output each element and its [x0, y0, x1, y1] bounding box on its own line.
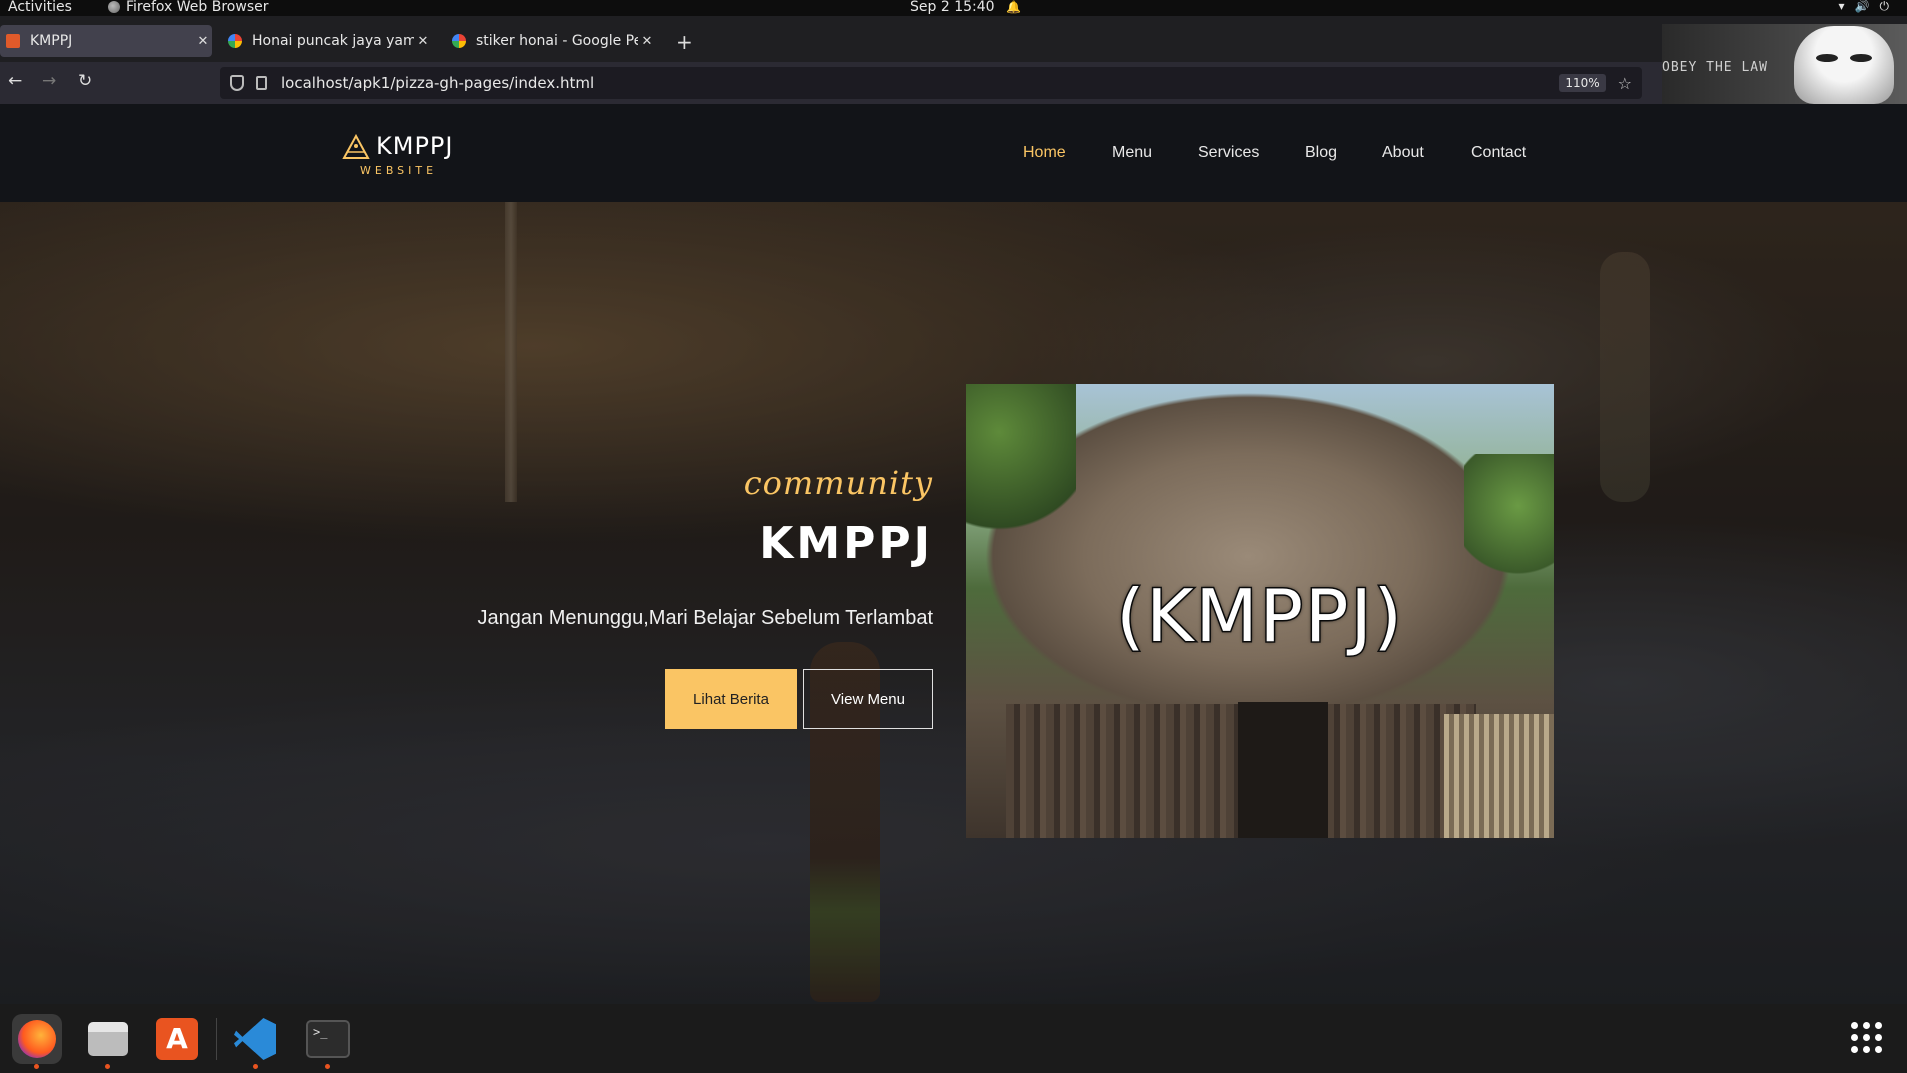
image-overlay-text: (KMPPJ) [1115, 573, 1404, 660]
back-arrow-icon[interactable]: ← [8, 71, 22, 91]
web-page: KMPPJ WEBSITE Home Menu Services Blog Ab… [0, 104, 1907, 1004]
tab-kmppj[interactable]: KMPPJ ✕ [0, 25, 212, 57]
system-tray[interactable]: ▾ 🔊 ⏻ [1839, 0, 1889, 14]
close-tab-icon[interactable]: ✕ [194, 34, 212, 49]
hero-title: KMPPJ [759, 518, 933, 569]
hero-overlay [0, 202, 1907, 1004]
firefox-icon [18, 1020, 56, 1058]
close-tab-icon[interactable]: ✕ [414, 34, 432, 49]
ubuntu-dock: A >_ [0, 1004, 1907, 1073]
running-indicator [253, 1064, 258, 1069]
terminal-dock-icon[interactable]: >_ [302, 1014, 352, 1064]
page-icon[interactable] [256, 76, 267, 90]
tab-title: Honai puncak jaya yamo [252, 33, 414, 49]
foliage-left [966, 384, 1076, 544]
clock[interactable]: Sep 2 15:40 [910, 0, 995, 15]
foliage-right [1464, 454, 1554, 584]
terminal-icon: >_ [306, 1020, 350, 1058]
wallpaper-text: OBEY THE LAW [1662, 60, 1768, 75]
hero-kicker: community [743, 464, 933, 502]
files-dock-icon[interactable] [82, 1014, 132, 1064]
mask-image [1794, 26, 1894, 104]
view-menu-button[interactable]: View Menu [803, 669, 933, 729]
tab-title: KMPPJ [30, 33, 73, 49]
tab-title: stiker honai - Google Pen [476, 33, 638, 49]
nav-about[interactable]: About [1382, 144, 1424, 162]
tab-honai[interactable]: Honai puncak jaya yamo ✕ [222, 25, 432, 57]
system-top-bar: Activities Firefox Web Browser Sep 2 15:… [0, 0, 1907, 16]
url-text[interactable]: localhost/apk1/pizza-gh-pages/index.html [281, 74, 1559, 92]
bell-icon: 🔔 [1006, 0, 1021, 14]
vscode-icon [234, 1018, 276, 1060]
pizza-slice-icon [342, 134, 370, 159]
hero-tagline: Jangan Menunggu,Mari Belajar Sebelum Ter… [477, 607, 933, 629]
bamboo-fence [1444, 714, 1554, 838]
desktop-wallpaper: OBEY THE LAW [1662, 24, 1907, 104]
wifi-icon: ▾ [1838, 0, 1845, 13]
vscode-dock-icon[interactable] [230, 1014, 280, 1064]
activities-button[interactable]: Activities [8, 0, 72, 15]
files-icon [88, 1022, 128, 1056]
tab-strip: KMPPJ ✕ Honai puncak jaya yamo ✕ stiker … [0, 16, 1907, 62]
forward-arrow-icon[interactable]: → [42, 71, 56, 91]
running-indicator [34, 1064, 39, 1069]
app-name: Firefox Web Browser [126, 0, 269, 15]
nav-toolbar: ← → ↻ localhost/apk1/pizza-gh-pages/inde… [0, 62, 1907, 104]
reload-icon[interactable]: ↻ [78, 71, 92, 91]
firefox-dock-icon[interactable] [12, 1014, 62, 1064]
google-favicon-icon [228, 34, 242, 48]
software-store-dock-icon[interactable]: A [152, 1014, 202, 1064]
site-header: KMPPJ WEBSITE Home Menu Services Blog Ab… [0, 104, 1907, 202]
nav-contact[interactable]: Contact [1471, 144, 1526, 162]
nav-home[interactable]: Home [1023, 144, 1066, 162]
app-menu[interactable]: Firefox Web Browser [108, 0, 269, 15]
volume-icon: 🔊 [1854, 0, 1870, 13]
running-indicator [105, 1064, 110, 1069]
url-bar[interactable]: localhost/apk1/pizza-gh-pages/index.html… [220, 67, 1642, 99]
bookmark-star-icon[interactable]: ☆ [1618, 74, 1632, 93]
running-indicator [325, 1064, 330, 1069]
dock-separator [216, 1018, 217, 1060]
show-apps-grid-icon[interactable] [1851, 1022, 1883, 1054]
software-store-icon: A [156, 1018, 198, 1060]
close-tab-icon[interactable]: ✕ [638, 34, 656, 49]
tab-stiker[interactable]: stiker honai - Google Pen ✕ [446, 25, 656, 57]
nav-blog[interactable]: Blog [1305, 144, 1337, 162]
nav-menu[interactable]: Menu [1112, 144, 1152, 162]
logo-name: KMPPJ [376, 132, 454, 160]
logo-subtitle: WEBSITE [360, 164, 438, 177]
firefox-small-icon [108, 1, 120, 13]
hut-door [1238, 702, 1328, 838]
zoom-indicator[interactable]: 110% [1559, 74, 1606, 92]
nav-services[interactable]: Services [1198, 144, 1259, 162]
new-tab-icon[interactable]: + [676, 30, 693, 54]
site-favicon-icon [6, 34, 20, 48]
lihat-berita-button[interactable]: Lihat Berita [665, 669, 797, 729]
shield-icon[interactable] [230, 75, 244, 91]
hero-honai-image: (KMPPJ) [966, 384, 1554, 838]
hero-slider: community KMPPJ Jangan Menunggu,Mari Bel… [0, 202, 1907, 1004]
google-favicon-icon [452, 34, 466, 48]
power-icon: ⏻ [1879, 0, 1890, 13]
